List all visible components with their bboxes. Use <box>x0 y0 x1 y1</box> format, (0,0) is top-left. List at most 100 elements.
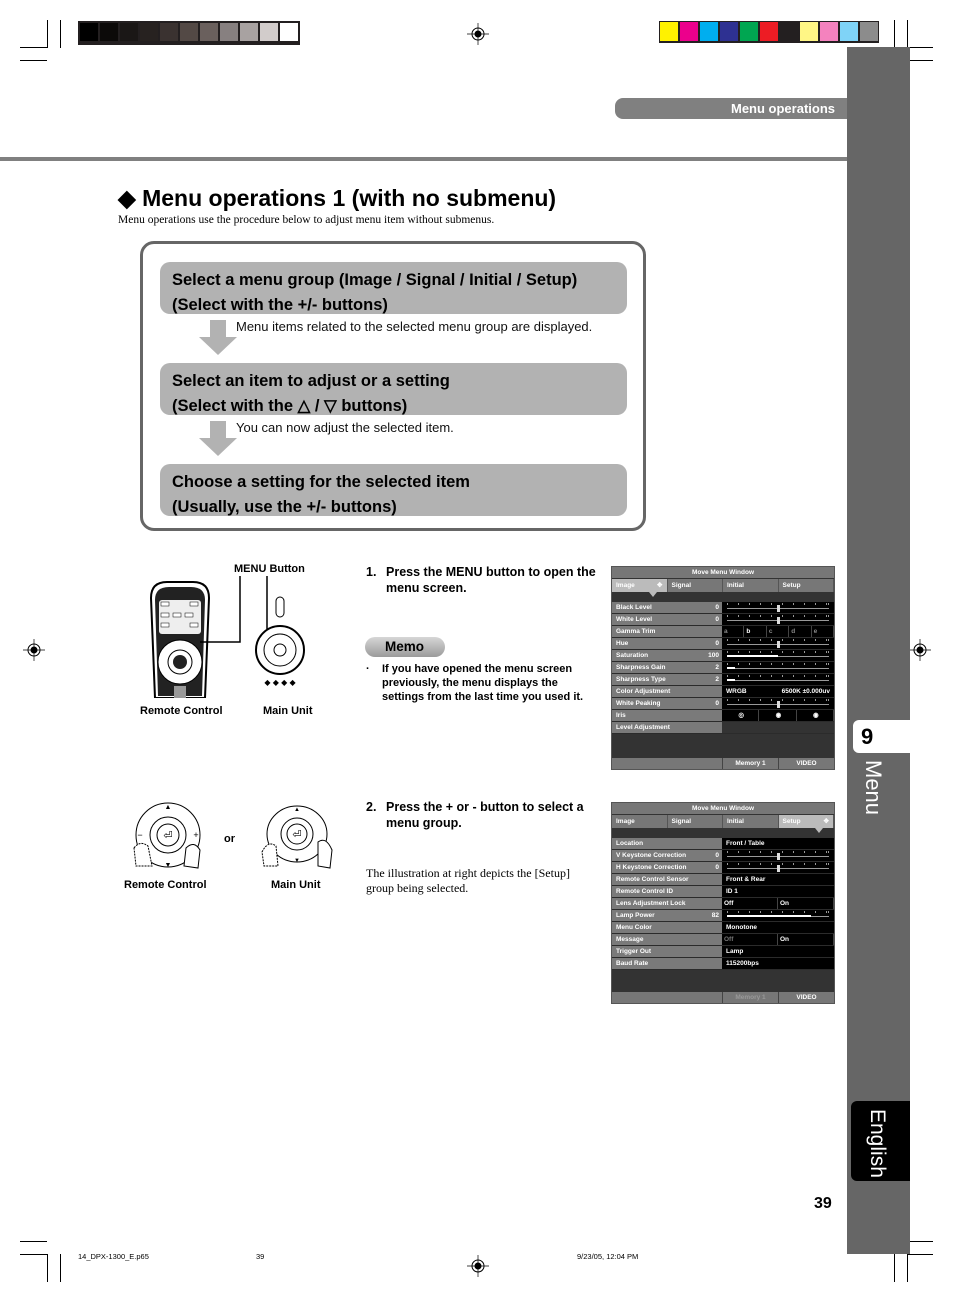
slider-knob[interactable] <box>777 605 780 612</box>
osd-option[interactable]: a <box>722 626 745 637</box>
osd-row[interactable]: Gamma Trim a b c d e <box>612 626 835 638</box>
osd-row[interactable]: Menu Color Monotone <box>612 922 834 934</box>
osd-footer-item: Memory 1 <box>722 992 778 1003</box>
color-swatch <box>760 22 778 41</box>
osd-row-control[interactable] <box>722 638 834 649</box>
slider-knob[interactable] <box>777 617 780 624</box>
osd-row[interactable]: White Level 0 <box>612 614 834 626</box>
osd-row[interactable]: Black Level 0 <box>612 602 834 614</box>
osd-row[interactable]: Level Adjustment <box>612 722 834 734</box>
move-icon: ✥ <box>823 818 829 825</box>
osd-row-control[interactable]: Front & Rear <box>722 874 834 885</box>
osd-row[interactable]: Hue 0 <box>612 638 834 650</box>
osd-row-control[interactable]: ◎ ◉ ◉ <box>722 710 834 721</box>
iris-icon[interactable]: ◎ <box>722 710 760 721</box>
osd-slider[interactable] <box>727 701 829 708</box>
osd-row-control[interactable]: Lamp <box>722 946 834 957</box>
osd-option[interactable]: b <box>744 626 767 637</box>
osd-row[interactable]: Sharpness Gain 2 <box>612 662 834 674</box>
osd-row-control[interactable] <box>722 862 834 873</box>
osd-row[interactable]: Remote Control Sensor Front & Rear <box>612 874 834 886</box>
osd-tab-setup[interactable]: Setup <box>779 579 834 592</box>
osd-row-control[interactable] <box>722 614 834 625</box>
osd-row-control[interactable] <box>722 910 834 921</box>
osd-row-control[interactable]: Front / Table <box>722 838 834 849</box>
osd-row-control[interactable] <box>722 674 834 685</box>
osd-slider[interactable] <box>727 915 829 917</box>
osd-slider[interactable] <box>727 667 829 669</box>
osd-option[interactable]: e <box>812 626 835 637</box>
osd-row[interactable]: Message Off On <box>612 934 834 946</box>
osd-row-control[interactable] <box>722 698 834 709</box>
slider-knob[interactable] <box>777 701 780 708</box>
crop-mark <box>907 1254 908 1282</box>
memo-note: · If you have opened the menu screen pre… <box>366 662 596 704</box>
crop-mark <box>894 20 895 48</box>
osd-slider[interactable] <box>727 853 829 860</box>
osd-row-control[interactable] <box>722 662 834 673</box>
osd-tab-image[interactable]: Image <box>612 815 668 828</box>
osd-slider[interactable] <box>727 617 829 624</box>
osd-row-control[interactable] <box>722 850 834 861</box>
osd-row-control[interactable]: 115200bps <box>722 958 834 969</box>
osd-option[interactable]: On <box>778 898 834 909</box>
osd-tab-signal[interactable]: Signal <box>668 815 723 828</box>
slider-knob[interactable] <box>777 641 780 648</box>
osd-row-control[interactable]: Off On <box>722 934 834 945</box>
osd-row-label: White Level 0 <box>612 614 722 625</box>
osd-tab-initial[interactable]: Initial <box>723 815 779 828</box>
slider-knob[interactable] <box>777 853 780 860</box>
osd-slider[interactable] <box>727 679 829 681</box>
osd-row[interactable]: Trigger Out Lamp <box>612 946 834 958</box>
osd-row-control[interactable] <box>722 722 834 733</box>
osd-value-text: WRGB <box>726 688 747 695</box>
osd-row-control[interactable] <box>722 650 834 661</box>
osd-row-control[interactable]: Monotone <box>722 922 834 933</box>
osd-option[interactable]: d <box>789 626 812 637</box>
chapter-number-tab[interactable]: 9 <box>853 720 910 753</box>
osd-row[interactable]: Location Front / Table <box>612 838 834 850</box>
osd-row[interactable]: Sharpness Type 2 <box>612 674 834 686</box>
osd-row[interactable]: Remote Control ID ID 1 <box>612 886 834 898</box>
osd-tab-signal[interactable]: Signal <box>668 579 723 592</box>
slider-knob[interactable] <box>777 865 780 872</box>
osd-row-control[interactable]: ID 1 <box>722 886 834 897</box>
osd-tab-image[interactable]: Image ✥ <box>612 579 668 597</box>
osd-row[interactable]: Lens Adjustment Lock Off On <box>612 898 834 910</box>
svg-text:◆ ◆ ◆ ◆: ◆ ◆ ◆ ◆ <box>264 678 296 687</box>
language-tab[interactable]: English <box>851 1101 910 1181</box>
osd-row[interactable]: Iris ◎ ◉ ◉ <box>612 710 834 722</box>
osd-row[interactable]: H Keystone Correction 0 <box>612 862 834 874</box>
osd-row[interactable]: Saturation 100 <box>612 650 834 662</box>
osd-item-value: 2 <box>715 664 719 671</box>
osd-tab-setup[interactable]: Setup ✥ <box>778 815 834 833</box>
osd-row-control[interactable] <box>722 602 834 613</box>
print-slug-date: 9/23/05, 12:04 PM <box>577 1252 639 1261</box>
osd-row-control[interactable]: WRGB 6500K ±0.000uv <box>722 686 834 697</box>
iris-icon[interactable]: ◉ <box>759 710 797 721</box>
remote-dpad-illustration: ⏎ ▲ ▼ + − <box>133 802 201 869</box>
osd-header[interactable]: Move Menu Window <box>612 803 834 815</box>
osd-tab-initial[interactable]: Initial <box>723 579 779 592</box>
osd-row-control[interactable]: Off On <box>722 898 834 909</box>
flow-step-line: (Select with the △ / ▽ buttons) <box>172 397 408 415</box>
osd-row[interactable]: Baud Rate 115200bps <box>612 958 834 970</box>
color-swatch <box>740 22 758 41</box>
osd-slider[interactable] <box>727 641 829 648</box>
osd-option[interactable]: Off <box>722 934 778 945</box>
osd-option[interactable]: Off <box>722 898 778 909</box>
osd-slider[interactable] <box>727 655 829 657</box>
iris-icon[interactable]: ◉ <box>797 710 834 721</box>
osd-slider[interactable] <box>727 865 829 872</box>
osd-row[interactable]: Color Adjustment WRGB 6500K ±0.000uv <box>612 686 834 698</box>
osd-row-label: Black Level 0 <box>612 602 722 613</box>
osd-row[interactable]: White Peaking 0 <box>612 698 834 710</box>
osd-row[interactable]: V Keystone Correction 0 <box>612 850 834 862</box>
osd-header[interactable]: Move Menu Window <box>612 567 834 579</box>
osd-row[interactable]: Lamp Power 82 <box>612 910 834 922</box>
osd-row-label: Lamp Power 82 <box>612 910 722 921</box>
osd-row-control[interactable]: abcde <box>722 626 835 637</box>
osd-option[interactable]: On <box>778 934 834 945</box>
osd-option[interactable]: c <box>767 626 790 637</box>
osd-slider[interactable] <box>727 605 829 612</box>
